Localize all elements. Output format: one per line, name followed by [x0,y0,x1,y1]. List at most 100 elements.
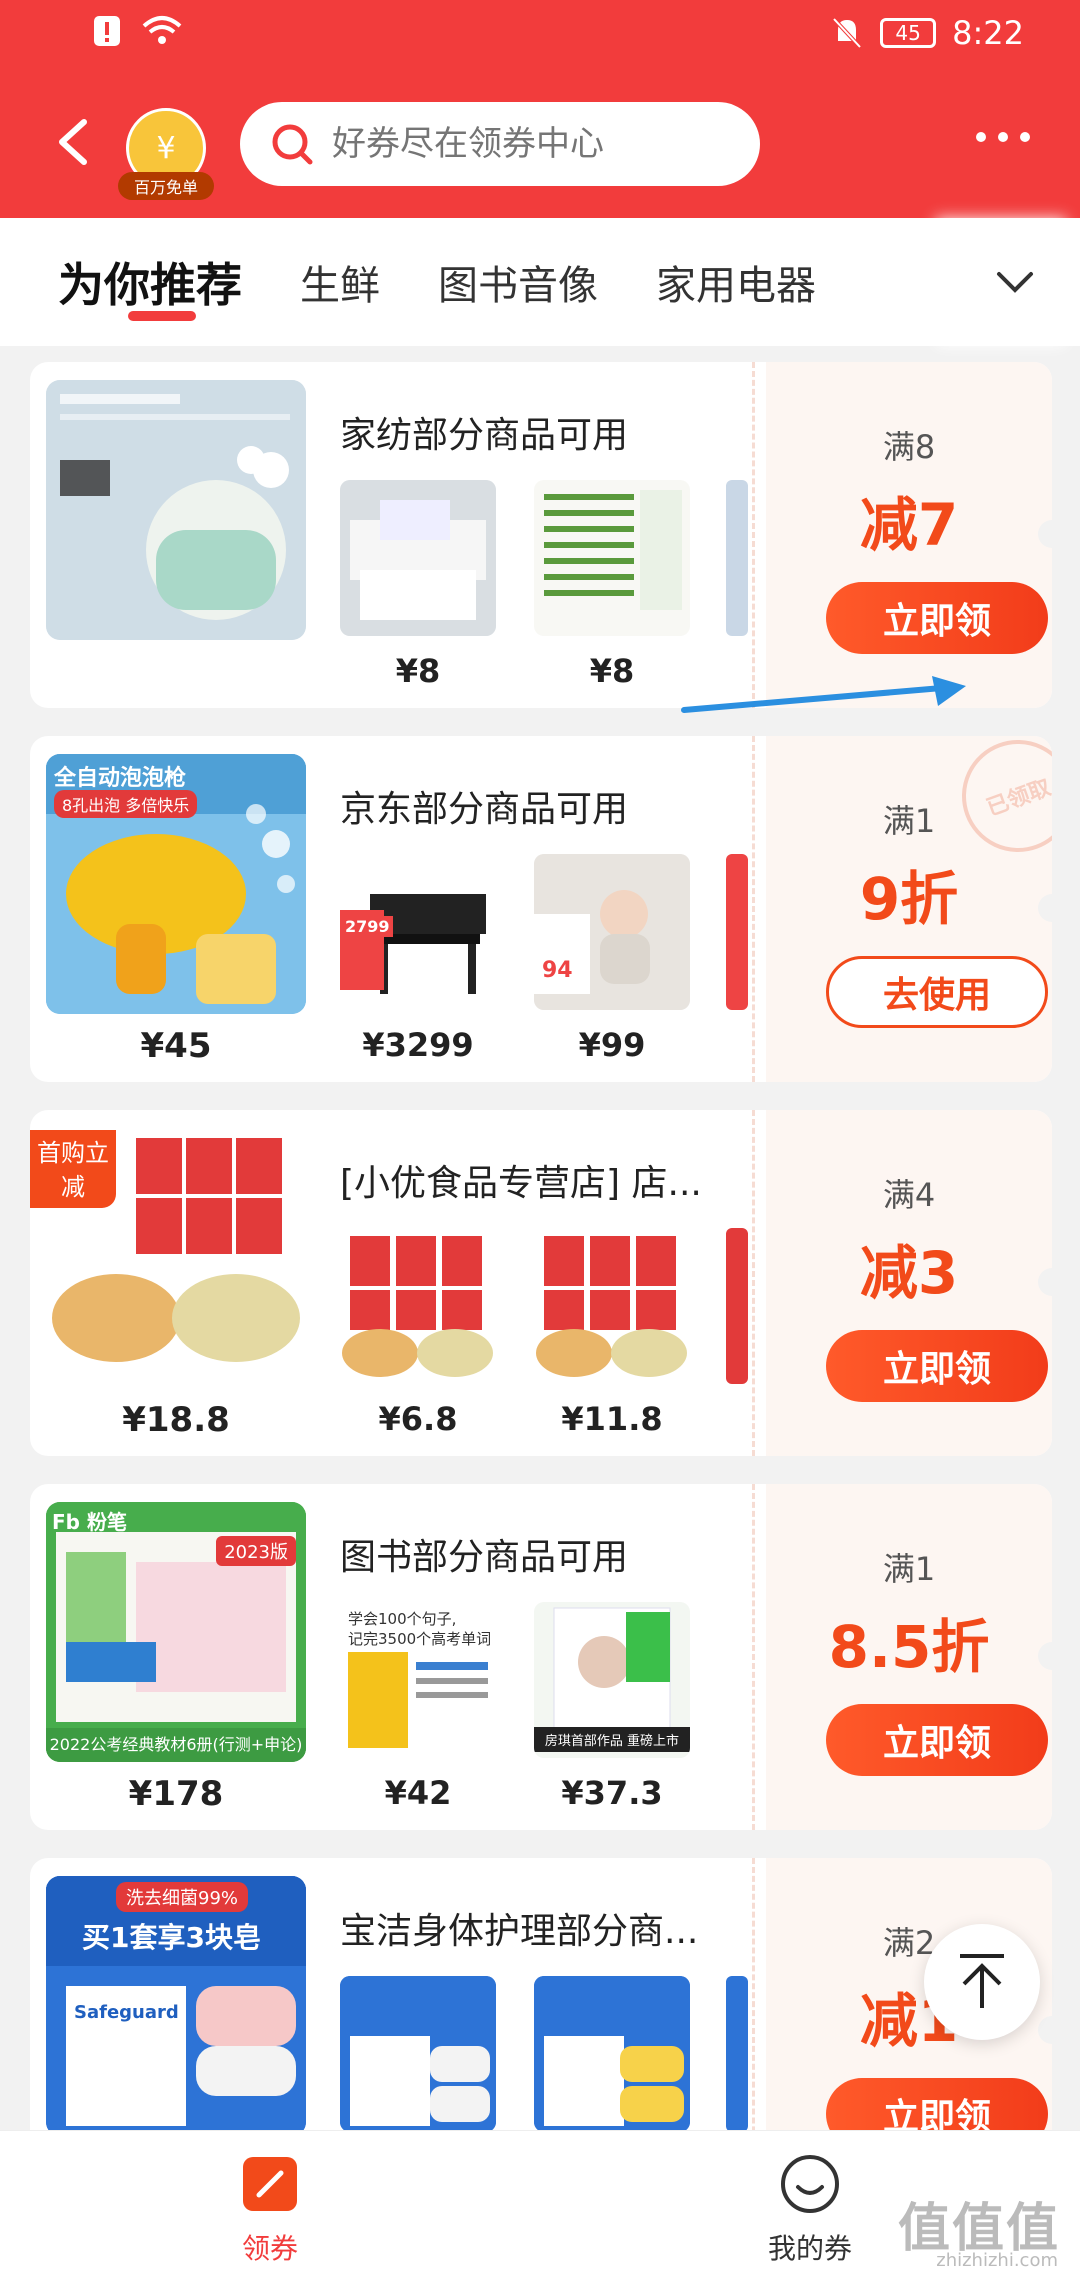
product-thumb[interactable]: 94 [534,854,690,1010]
brand-label: Safeguard [74,2002,179,2023]
coupon-condition: 满1 [882,1550,936,1588]
product-image[interactable]: 洗去细菌99% 买1套享3块皂 Safeguard [46,1876,306,2136]
badge-label: 百万免单 [118,172,214,200]
annotation-arrow-icon [681,676,966,713]
coupon-condition: 满4 [882,1176,936,1214]
back-to-top-button[interactable] [924,1924,1040,2040]
claim-button[interactable]: 立即领 [826,582,1048,654]
book-title-line: 记完3500个高考单词 [348,1630,492,1648]
tab-appliances[interactable]: 家用电器 [656,253,816,311]
coupon-offer: 满8 减7 立即领 [752,362,1052,708]
coupon-condition: 满1 [882,802,936,840]
chevron-down-icon [997,272,1033,293]
coupon-title: 图书部分商品可用 [340,1537,629,1578]
coupon-value: 8.5折 [828,1613,990,1681]
product-price: ¥42 [384,1774,452,1812]
alert-icon [94,16,120,46]
coupon-offer: 满1 8.5折 立即领 [752,1484,1052,1830]
coupon-condition: 满8 [882,428,936,466]
coupon-card[interactable]: 全自动泡泡枪 8孔出泡 多倍快乐 ¥45 京东部分商品可用 2799 94 ¥3… [30,736,1052,1082]
product-thumb-partial [726,1228,748,1384]
product-thumb[interactable] [534,480,690,636]
product-image[interactable]: Fb 粉笔 2023版 2022公考经典教材6册(行测+申论) [46,1502,306,1762]
status-bar: 45 8:22 [0,0,1080,72]
product-price: ¥45 [140,1026,212,1066]
coin-icon: ¥ [156,130,176,166]
product-thumb-partial [726,1976,748,2132]
product-price: ¥18.8 [122,1400,230,1440]
coupon-title: 京东部分商品可用 [340,789,629,830]
product-thumb[interactable] [534,1976,690,2132]
product-thumb[interactable]: 房琪首部作品 重磅上市 [534,1602,690,1758]
product-price: ¥37.3 [561,1774,663,1812]
price-badge: 2799 [342,916,393,937]
smile-icon [779,2153,841,2215]
coupon-offer: 满4 减3 立即领 [752,1110,1052,1456]
claim-button[interactable]: 立即领 [826,1330,1048,1402]
product-thumb[interactable]: 学会100个句子, 记完3500个高考单词 [340,1602,496,1758]
brand-label: Fb 粉笔 [52,1510,127,1534]
more-menu-button[interactable] [976,132,1030,142]
coupon-card[interactable]: Fb 粉笔 2023版 2022公考经典教材6册(行测+申论) ¥178 图书部… [30,1484,1052,1830]
coupon-value: 9折 [859,865,959,933]
search-input[interactable] [332,124,732,164]
product-price: ¥11.8 [561,1400,663,1438]
clock: 8:22 [952,14,1024,52]
product-price: ¥8 [589,652,635,690]
book-title-line: 学会100个句子, [348,1610,457,1628]
search-bar[interactable] [240,102,760,186]
product-thumb[interactable] [340,1228,496,1384]
price-badge: 94 [542,958,573,983]
coupon-offer: 已领取 满1 9折 去使用 [752,736,1052,1082]
product-price: ¥3299 [362,1026,474,1064]
use-button[interactable]: 去使用 [826,956,1048,1028]
product-price: ¥8 [395,652,441,690]
product-image-caption: 2022公考经典教材6册(行测+申论) [46,1728,306,1762]
coupon-title: 家纺部分商品可用 [340,415,629,456]
nav-coupons[interactable]: 领券 [180,2153,360,2267]
coupon-title: [小优食品专营店] 店... [340,1163,702,1204]
product-thumb[interactable]: 2799 [340,854,496,1010]
mute-bell-icon [832,17,862,49]
product-price: ¥178 [128,1774,224,1814]
product-thumb-partial [726,480,748,636]
header: ¥ 百万免单 [0,72,1080,218]
tab-books[interactable]: 图书音像 [438,253,598,311]
coupon-value: 减7 [859,491,959,559]
product-image-subtext: 8孔出泡 多倍快乐 [54,790,198,818]
product-thumb[interactable] [534,1228,690,1384]
top-bar: 45 8:22 ¥ 百万免单 [0,0,1080,218]
battery-level: 45 [895,21,921,45]
coupon-title: 宝洁身体护理部分商... [340,1911,699,1952]
product-image[interactable]: 全自动泡泡枪 8孔出泡 多倍快乐 [46,754,306,1014]
wifi-icon [142,16,182,44]
book-caption: 房琪首部作品 重磅上市 [534,1727,690,1752]
product-image-text: 全自动泡泡枪 [54,766,187,791]
first-purchase-tag: 首购立减 [30,1130,116,1208]
back-icon[interactable] [54,118,94,166]
product-thumb[interactable] [340,480,496,636]
product-thumb[interactable] [340,1976,496,2132]
coupon-card[interactable]: 首购立减 ¥18.8 [小优食品专营店] 店... ¥6.8 ¥11.8 满4 … [30,1110,1052,1456]
watermark-url: zhizhizhi.com [936,2250,1058,2271]
product-price: ¥99 [578,1026,646,1064]
tab-recommend[interactable]: 为你推荐 [58,249,242,321]
product-price: ¥6.8 [378,1400,458,1438]
claim-button[interactable]: 立即领 [826,1704,1048,1776]
category-tabs: 为你推荐 生鲜 图书音像 家用电器 [0,218,1080,346]
product-thumb-partial [726,854,748,1010]
coupon-icon [239,2153,301,2215]
edition-label: 2023版 [216,1536,296,1566]
promo-text: 买1套享3块皂 [82,1921,261,1954]
search-icon [272,124,313,165]
arrow-up-icon [960,1954,1004,2008]
product-image[interactable] [46,380,306,640]
nav-my-coupons-label: 我的券 [767,2232,852,2265]
promo-banner: 洗去细菌99% [116,1882,249,1912]
coupon-value: 减3 [859,1239,959,1307]
nav-my-coupons[interactable]: 我的券 [720,2153,900,2267]
coupon-card[interactable]: 家纺部分商品可用 ¥8 ¥8 满8 减7 立即领 [30,362,1052,708]
battery-indicator: 45 [880,18,937,48]
tab-fresh[interactable]: 生鲜 [300,253,380,311]
expand-tabs-button[interactable] [950,218,1080,346]
